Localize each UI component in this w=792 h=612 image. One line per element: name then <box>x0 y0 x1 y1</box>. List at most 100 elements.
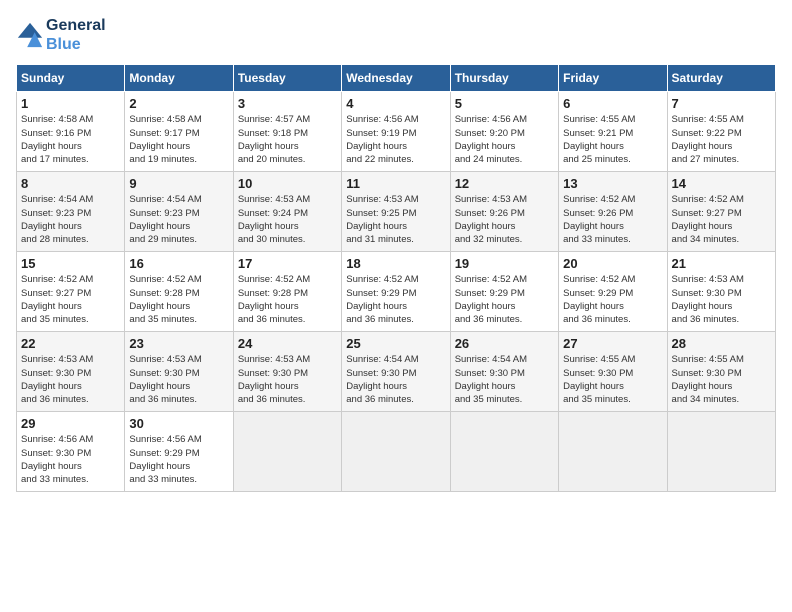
day-info: Sunrise: 4:53 AMSunset: 9:25 PMDaylight … <box>346 194 418 245</box>
table-row: 28 Sunrise: 4:55 AMSunset: 9:30 PMDaylig… <box>667 332 775 412</box>
day-info: Sunrise: 4:52 AMSunset: 9:27 PMDaylight … <box>672 194 744 245</box>
calendar-week-row: 22 Sunrise: 4:53 AMSunset: 9:30 PMDaylig… <box>17 332 776 412</box>
day-number: 19 <box>455 256 554 271</box>
day-info: Sunrise: 4:55 AMSunset: 9:30 PMDaylight … <box>563 354 635 405</box>
day-info: Sunrise: 4:53 AMSunset: 9:30 PMDaylight … <box>129 354 201 405</box>
table-row: 22 Sunrise: 4:53 AMSunset: 9:30 PMDaylig… <box>17 332 125 412</box>
col-tuesday: Tuesday <box>233 65 341 92</box>
day-number: 15 <box>21 256 120 271</box>
table-row: 9 Sunrise: 4:54 AMSunset: 9:23 PMDayligh… <box>125 172 233 252</box>
col-thursday: Thursday <box>450 65 558 92</box>
day-info: Sunrise: 4:56 AMSunset: 9:29 PMDaylight … <box>129 434 201 485</box>
table-row <box>450 412 558 492</box>
logo-text-line1: General <box>46 16 106 35</box>
day-info: Sunrise: 4:53 AMSunset: 9:30 PMDaylight … <box>672 274 744 325</box>
day-number: 5 <box>455 96 554 111</box>
day-number: 17 <box>238 256 337 271</box>
col-saturday: Saturday <box>667 65 775 92</box>
col-wednesday: Wednesday <box>342 65 450 92</box>
col-monday: Monday <box>125 65 233 92</box>
table-row: 6 Sunrise: 4:55 AMSunset: 9:21 PMDayligh… <box>559 92 667 172</box>
day-info: Sunrise: 4:53 AMSunset: 9:30 PMDaylight … <box>21 354 93 405</box>
day-number: 8 <box>21 176 120 191</box>
calendar-table: Sunday Monday Tuesday Wednesday Thursday… <box>16 64 776 492</box>
day-info: Sunrise: 4:58 AMSunset: 9:17 PMDaylight … <box>129 114 201 165</box>
day-info: Sunrise: 4:54 AMSunset: 9:30 PMDaylight … <box>455 354 527 405</box>
day-info: Sunrise: 4:52 AMSunset: 9:27 PMDaylight … <box>21 274 93 325</box>
table-row: 14 Sunrise: 4:52 AMSunset: 9:27 PMDaylig… <box>667 172 775 252</box>
logo: General Blue <box>16 16 106 54</box>
day-info: Sunrise: 4:54 AMSunset: 9:23 PMDaylight … <box>21 194 93 245</box>
calendar-week-row: 1 Sunrise: 4:58 AMSunset: 9:16 PMDayligh… <box>17 92 776 172</box>
day-info: Sunrise: 4:56 AMSunset: 9:30 PMDaylight … <box>21 434 93 485</box>
day-number: 24 <box>238 336 337 351</box>
day-number: 7 <box>672 96 771 111</box>
table-row: 26 Sunrise: 4:54 AMSunset: 9:30 PMDaylig… <box>450 332 558 412</box>
table-row <box>559 412 667 492</box>
table-row: 24 Sunrise: 4:53 AMSunset: 9:30 PMDaylig… <box>233 332 341 412</box>
table-row <box>233 412 341 492</box>
day-info: Sunrise: 4:58 AMSunset: 9:16 PMDaylight … <box>21 114 93 165</box>
day-info: Sunrise: 4:55 AMSunset: 9:22 PMDaylight … <box>672 114 744 165</box>
table-row: 17 Sunrise: 4:52 AMSunset: 9:28 PMDaylig… <box>233 252 341 332</box>
table-row: 2 Sunrise: 4:58 AMSunset: 9:17 PMDayligh… <box>125 92 233 172</box>
day-info: Sunrise: 4:52 AMSunset: 9:29 PMDaylight … <box>455 274 527 325</box>
table-row: 23 Sunrise: 4:53 AMSunset: 9:30 PMDaylig… <box>125 332 233 412</box>
day-number: 2 <box>129 96 228 111</box>
table-row: 12 Sunrise: 4:53 AMSunset: 9:26 PMDaylig… <box>450 172 558 252</box>
table-row: 20 Sunrise: 4:52 AMSunset: 9:29 PMDaylig… <box>559 252 667 332</box>
day-info: Sunrise: 4:54 AMSunset: 9:23 PMDaylight … <box>129 194 201 245</box>
table-row: 19 Sunrise: 4:52 AMSunset: 9:29 PMDaylig… <box>450 252 558 332</box>
day-number: 18 <box>346 256 445 271</box>
day-number: 1 <box>21 96 120 111</box>
table-row: 29 Sunrise: 4:56 AMSunset: 9:30 PMDaylig… <box>17 412 125 492</box>
day-info: Sunrise: 4:54 AMSunset: 9:30 PMDaylight … <box>346 354 418 405</box>
day-number: 3 <box>238 96 337 111</box>
day-number: 29 <box>21 416 120 431</box>
day-number: 25 <box>346 336 445 351</box>
table-row: 3 Sunrise: 4:57 AMSunset: 9:18 PMDayligh… <box>233 92 341 172</box>
day-number: 28 <box>672 336 771 351</box>
day-number: 11 <box>346 176 445 191</box>
table-row: 15 Sunrise: 4:52 AMSunset: 9:27 PMDaylig… <box>17 252 125 332</box>
day-number: 23 <box>129 336 228 351</box>
day-number: 13 <box>563 176 662 191</box>
table-row: 18 Sunrise: 4:52 AMSunset: 9:29 PMDaylig… <box>342 252 450 332</box>
day-number: 14 <box>672 176 771 191</box>
day-number: 22 <box>21 336 120 351</box>
day-info: Sunrise: 4:53 AMSunset: 9:30 PMDaylight … <box>238 354 310 405</box>
logo-icon <box>16 21 44 49</box>
table-row: 25 Sunrise: 4:54 AMSunset: 9:30 PMDaylig… <box>342 332 450 412</box>
calendar-week-row: 8 Sunrise: 4:54 AMSunset: 9:23 PMDayligh… <box>17 172 776 252</box>
day-number: 16 <box>129 256 228 271</box>
table-row: 11 Sunrise: 4:53 AMSunset: 9:25 PMDaylig… <box>342 172 450 252</box>
col-friday: Friday <box>559 65 667 92</box>
logo-text-line2: Blue <box>46 35 106 54</box>
day-info: Sunrise: 4:52 AMSunset: 9:29 PMDaylight … <box>563 274 635 325</box>
day-number: 12 <box>455 176 554 191</box>
day-info: Sunrise: 4:53 AMSunset: 9:26 PMDaylight … <box>455 194 527 245</box>
calendar-week-row: 29 Sunrise: 4:56 AMSunset: 9:30 PMDaylig… <box>17 412 776 492</box>
day-info: Sunrise: 4:56 AMSunset: 9:19 PMDaylight … <box>346 114 418 165</box>
table-row <box>667 412 775 492</box>
table-row: 16 Sunrise: 4:52 AMSunset: 9:28 PMDaylig… <box>125 252 233 332</box>
table-row: 10 Sunrise: 4:53 AMSunset: 9:24 PMDaylig… <box>233 172 341 252</box>
day-number: 9 <box>129 176 228 191</box>
day-number: 20 <box>563 256 662 271</box>
day-number: 26 <box>455 336 554 351</box>
calendar-header-row: Sunday Monday Tuesday Wednesday Thursday… <box>17 65 776 92</box>
header: General Blue <box>16 16 776 54</box>
day-info: Sunrise: 4:55 AMSunset: 9:21 PMDaylight … <box>563 114 635 165</box>
table-row: 13 Sunrise: 4:52 AMSunset: 9:26 PMDaylig… <box>559 172 667 252</box>
day-info: Sunrise: 4:56 AMSunset: 9:20 PMDaylight … <box>455 114 527 165</box>
day-number: 21 <box>672 256 771 271</box>
day-info: Sunrise: 4:52 AMSunset: 9:28 PMDaylight … <box>129 274 201 325</box>
table-row: 30 Sunrise: 4:56 AMSunset: 9:29 PMDaylig… <box>125 412 233 492</box>
day-number: 4 <box>346 96 445 111</box>
table-row: 21 Sunrise: 4:53 AMSunset: 9:30 PMDaylig… <box>667 252 775 332</box>
col-sunday: Sunday <box>17 65 125 92</box>
table-row: 8 Sunrise: 4:54 AMSunset: 9:23 PMDayligh… <box>17 172 125 252</box>
calendar-week-row: 15 Sunrise: 4:52 AMSunset: 9:27 PMDaylig… <box>17 252 776 332</box>
day-info: Sunrise: 4:57 AMSunset: 9:18 PMDaylight … <box>238 114 310 165</box>
day-number: 6 <box>563 96 662 111</box>
